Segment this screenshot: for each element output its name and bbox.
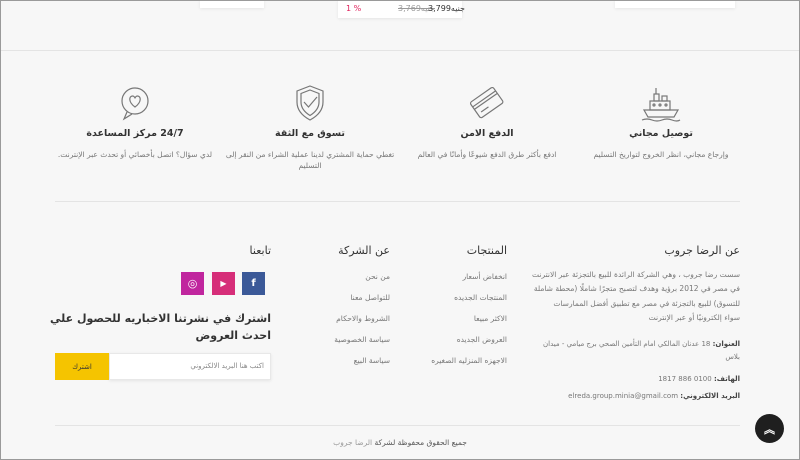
- feature-desc: تغطي حماية المشتري لدينا عملية الشراء من…: [225, 150, 395, 171]
- feature-title: الدفع الامن: [460, 128, 514, 139]
- bottom-divider: [55, 425, 740, 426]
- address-value: 18 عدنان المالكي امام التأمين الصحي برج …: [543, 340, 713, 348]
- about-line: في مصر في 2012 برؤية وهدف لتصبح متجرًا ش…: [533, 284, 740, 294]
- company-links: من نحن للتواصل معنا الشروط والاحكام سياس…: [290, 272, 390, 377]
- products-links: انخفاض أسعار المنتجات الجديده الاكثر مبي…: [397, 272, 507, 377]
- feature-desc: ادفع بأكثر طرق الدفع شيوعًا وأمانًا في ا…: [417, 150, 557, 159]
- footer-link[interactable]: للتواصل معنا: [290, 293, 390, 314]
- product-card-left[interactable]: [200, 0, 264, 8]
- footer-link[interactable]: الاكثر مبيعا: [397, 314, 507, 335]
- footer-link[interactable]: سياسة البيع: [290, 356, 390, 377]
- footer-link[interactable]: الشروط والاحكام: [290, 314, 390, 335]
- email-label: البريد الالكتروني:: [680, 392, 740, 400]
- feature-title: تسوق مع الثقة: [275, 128, 345, 139]
- feature-free-delivery: توصيل مجاني وإرجاع مجاني، انظر الخروج لت…: [566, 84, 756, 160]
- shield-check-icon: [296, 85, 324, 121]
- feature-secure-payment: الدفع الامن ادفع بأكثر طرق الدفع شيوعًا …: [392, 84, 582, 160]
- new-price: 3,799جنيه: [428, 4, 465, 13]
- back-to-top-button[interactable]: ︽: [755, 414, 784, 443]
- footer-link[interactable]: انخفاض أسعار: [397, 272, 507, 293]
- footer-link[interactable]: المنتجات الجديده: [397, 293, 507, 314]
- mid-divider: [55, 201, 740, 202]
- instagram-icon[interactable]: ◎: [181, 272, 204, 295]
- feature-help-center: 24/7 مركز المساعدة لدي سؤال؟ اتصل بأخصائ…: [40, 84, 230, 160]
- feature-shop-with-confidence: تسوق مع الثقة تغطي حماية المشتري لدينا ع…: [215, 84, 405, 172]
- chevron-up-icon: ︽: [764, 422, 775, 436]
- about-text: سست رضا جروب ، وهي الشركة الرائدة للبيع …: [510, 268, 740, 325]
- company-title: عن الشركة: [338, 244, 390, 257]
- feature-desc: وإرجاع مجاني، انظر الخروج لتواريخ التسلي…: [593, 150, 729, 159]
- feature-title: توصيل مجاني: [629, 128, 693, 139]
- address-continued: بلاس: [725, 353, 740, 362]
- about-title: عن الرضا جروب: [664, 244, 740, 257]
- ship-icon: [641, 88, 681, 122]
- newsletter-email-input[interactable]: اكتب هنا البريد الالكتروني: [109, 353, 271, 380]
- feature-title: 24/7 مركز المساعدة: [86, 128, 184, 139]
- email: البريد الالكتروني: elreda.group.minia@gm…: [510, 390, 740, 403]
- discount-badge: 1 %: [346, 4, 362, 13]
- facebook-icon[interactable]: f: [242, 272, 265, 295]
- address-label: العنوان:: [712, 340, 740, 348]
- phone: الهاتف: 0100 886 1817: [510, 373, 740, 386]
- phone-label: الهاتف:: [713, 375, 740, 383]
- about-line: للتسوق) للبيع بالتجزئة في مصر مع تطبيق أ…: [553, 298, 740, 308]
- support-chat-icon: [121, 87, 149, 121]
- email-value[interactable]: elreda.group.minia@gmail.com: [568, 392, 680, 400]
- copyright-text: جميع الحقوق محفوظة لشركة: [372, 438, 467, 447]
- copyright: جميع الحقوق محفوظة لشركة الرضا جروب: [0, 438, 800, 447]
- top-divider: [0, 50, 800, 51]
- product-card-center[interactable]: 1 % 3,769جنيه 3,799جنيه: [338, 0, 465, 18]
- follow-title: تابعنا: [249, 244, 271, 257]
- credit-card-icon: [469, 86, 504, 119]
- feature-desc: لدي سؤال؟ اتصل بأخصائي أو تحدث عبر الإنت…: [57, 150, 213, 159]
- newsletter-title: اشترك في نشرتنا الاخباريه للحصول علي احد…: [49, 312, 271, 342]
- footer-link[interactable]: من نحن: [290, 272, 390, 293]
- youtube-icon[interactable]: ▶: [212, 272, 235, 295]
- address: العنوان: 18 عدنان المالكي امام التأمين ا…: [510, 338, 740, 365]
- copyright-brand[interactable]: الرضا جروب: [333, 438, 372, 447]
- footer-link[interactable]: الاجهزه المنزليه الصغيره: [397, 356, 507, 377]
- phone-value[interactable]: 0100 886 1817: [658, 375, 714, 383]
- subscribe-button[interactable]: اشترك: [55, 353, 109, 380]
- product-card-right[interactable]: [615, 0, 735, 8]
- footer-link[interactable]: العروض الجديده: [397, 335, 507, 356]
- about-line: سست رضا جروب ، وهي الشركة الرائدة للبيع …: [532, 270, 740, 279]
- products-title: المنتجات: [466, 244, 507, 257]
- footer-link[interactable]: سياسة الخصوصية: [290, 335, 390, 356]
- about-line: سواء إلكترونيًا أو عبر الإنترنت: [648, 312, 740, 322]
